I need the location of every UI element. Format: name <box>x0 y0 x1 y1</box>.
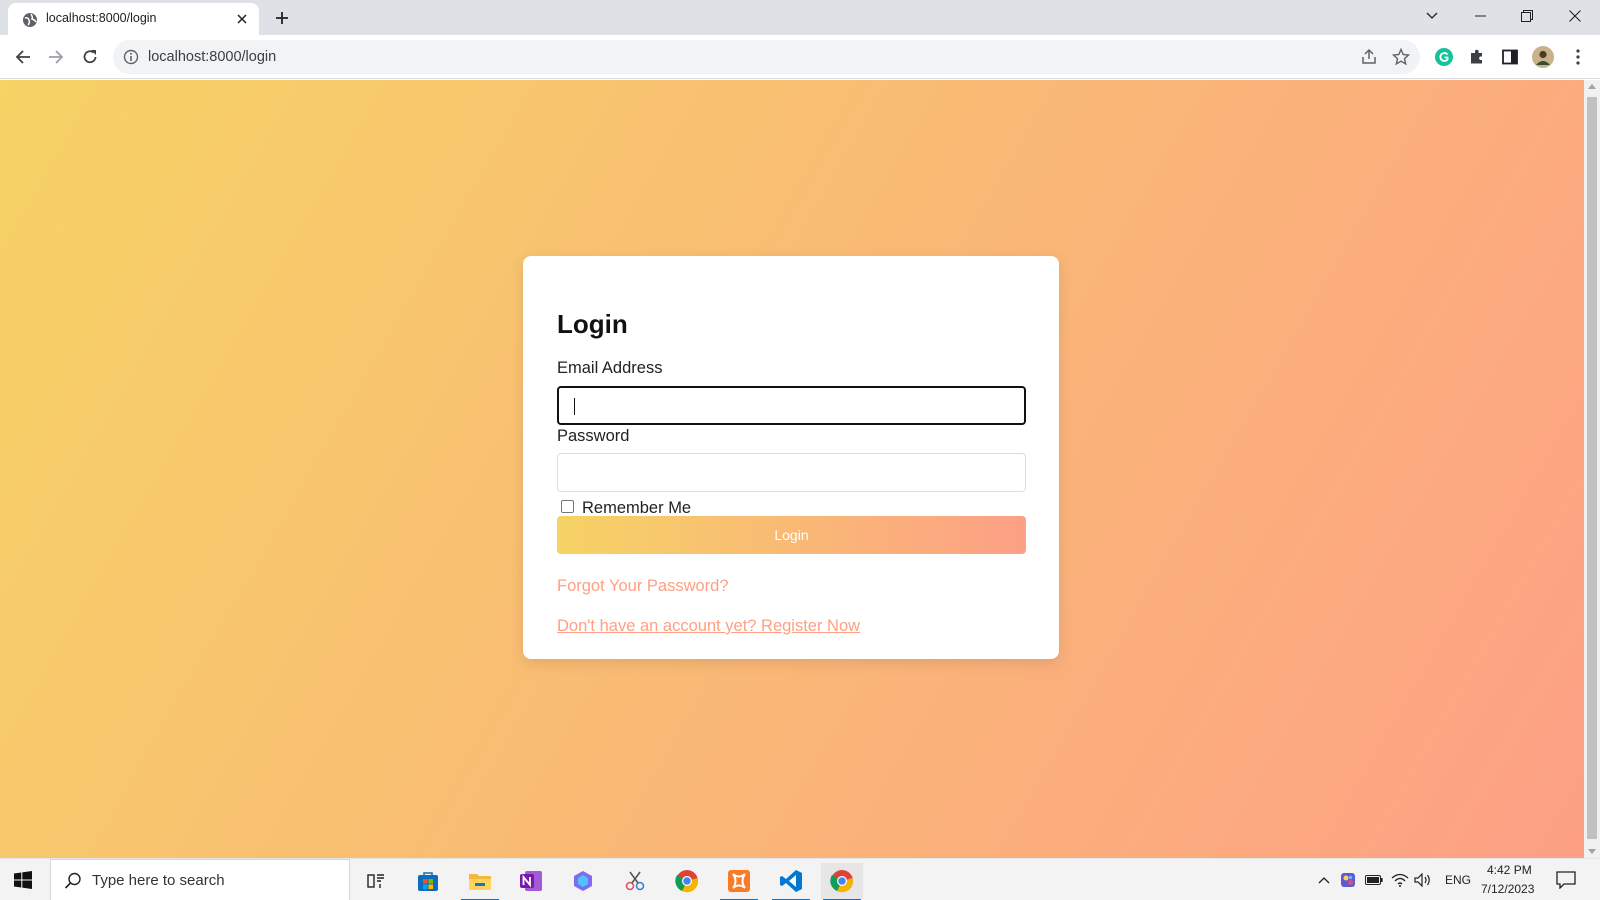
onenote-icon[interactable] <box>510 863 552 899</box>
text-cursor <box>574 398 575 415</box>
forward-arrow-icon[interactable] <box>43 44 69 70</box>
xampp-icon[interactable] <box>718 863 760 900</box>
show-hidden-icons-chevron-icon[interactable] <box>1316 869 1332 891</box>
volume-icon[interactable] <box>1413 869 1433 891</box>
login-card: Login Email Address Password Remember Me… <box>523 256 1059 659</box>
scroll-down-icon[interactable] <box>1588 849 1596 854</box>
site-info-icon[interactable] <box>123 49 139 65</box>
scrollbar-thumb[interactable] <box>1587 97 1597 839</box>
windows-start-icon[interactable] <box>14 871 32 889</box>
forgot-password-link[interactable]: Forgot Your Password? <box>557 577 729 596</box>
scroll-up-icon[interactable] <box>1588 84 1596 89</box>
back-arrow-icon[interactable] <box>10 44 36 70</box>
chrome-active-icon[interactable] <box>821 863 863 900</box>
restore-button[interactable] <box>1504 0 1550 32</box>
page-viewport: Login Email Address Password Remember Me… <box>0 80 1584 858</box>
email-label: Email Address <box>557 359 663 377</box>
search-placeholder: Type here to search <box>92 872 225 889</box>
browser-tab[interactable]: localhost:8000/login <box>8 3 259 35</box>
login-title: Login <box>557 309 628 339</box>
clock-date[interactable]: 7/12/2023 <box>1481 882 1534 896</box>
grammarly-icon[interactable] <box>1433 46 1455 68</box>
vscode-icon[interactable] <box>770 863 812 900</box>
battery-icon[interactable] <box>1364 869 1384 891</box>
profile-avatar[interactable] <box>1532 46 1554 68</box>
globe-icon <box>22 12 38 28</box>
login-button[interactable]: Login <box>557 516 1026 554</box>
wifi-icon[interactable] <box>1390 869 1410 891</box>
snipping-tool-icon[interactable] <box>614 863 656 899</box>
address-bar[interactable]: localhost:8000/login <box>113 40 1420 74</box>
windows-taskbar: Type here to search ENG 4:42 PM 7/12/202… <box>0 858 1600 900</box>
chrome-icon[interactable] <box>666 863 708 899</box>
bookmark-star-icon[interactable] <box>1391 47 1411 66</box>
browser-tabstrip: localhost:8000/login <box>0 0 1600 35</box>
email-field[interactable] <box>557 386 1026 425</box>
language-indicator[interactable]: ENG <box>1445 873 1471 887</box>
minimize-button[interactable] <box>1457 0 1503 32</box>
search-icon <box>63 871 83 891</box>
color-palette-tray-icon[interactable] <box>1339 869 1357 891</box>
extensions-puzzle-icon[interactable] <box>1466 46 1488 68</box>
page-scrollbar[interactable] <box>1584 80 1600 858</box>
share-icon[interactable] <box>1360 48 1378 66</box>
side-panel-icon[interactable] <box>1499 46 1521 68</box>
close-window-button[interactable] <box>1552 0 1598 32</box>
new-tab-button[interactable] <box>271 7 293 29</box>
password-label: Password <box>557 427 630 445</box>
close-tab-icon[interactable] <box>233 10 251 28</box>
tab-search-icon[interactable] <box>1409 0 1455 32</box>
task-view-icon[interactable] <box>355 863 397 899</box>
microsoft-store-icon[interactable] <box>407 863 449 899</box>
password-field[interactable] <box>557 453 1026 492</box>
notifications-icon[interactable] <box>1554 869 1578 891</box>
tab-title: localhost:8000/login <box>46 11 157 25</box>
taskbar-search-box[interactable]: Type here to search <box>50 859 350 900</box>
browser-menu-icon[interactable] <box>1567 46 1589 68</box>
register-link[interactable]: Don't have an account yet? Register Now <box>557 617 860 636</box>
remember-me-checkbox[interactable] <box>561 500 574 513</box>
clock-time[interactable]: 4:42 PM <box>1487 863 1532 877</box>
url-text: localhost:8000/login <box>148 49 277 65</box>
copilot-icon[interactable] <box>562 863 604 899</box>
reload-icon[interactable] <box>77 44 103 70</box>
file-explorer-icon[interactable] <box>459 863 501 900</box>
browser-toolbar: localhost:8000/login <box>0 35 1600 79</box>
